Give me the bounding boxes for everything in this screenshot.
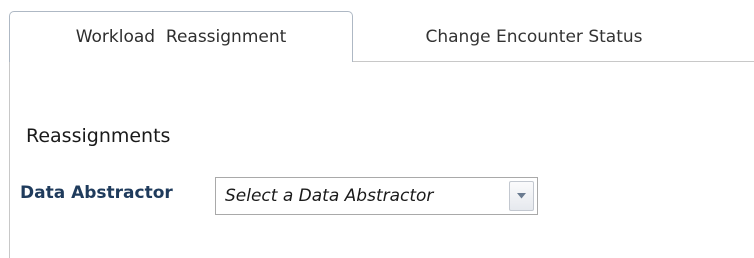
data-abstractor-select-value: Select a Data Abstractor bbox=[225, 186, 434, 206]
dropdown-button[interactable] bbox=[509, 181, 534, 211]
chevron-down-icon bbox=[517, 193, 526, 199]
tab-panel bbox=[9, 61, 754, 258]
tab-workload-reassignment-label: Workload Reassignment bbox=[75, 27, 287, 47]
data-abstractor-select[interactable]: Select a Data Abstractor bbox=[215, 177, 538, 215]
tab-workload-reassignment[interactable]: Workload Reassignment bbox=[9, 11, 353, 62]
tab-strip: Workload Reassignment Change Encounter S… bbox=[0, 0, 754, 62]
tab-change-encounter-status-label: Change Encounter Status bbox=[425, 26, 643, 47]
section-title: Reassignments bbox=[26, 125, 171, 147]
tab-change-encounter-status[interactable]: Change Encounter Status bbox=[353, 11, 715, 62]
data-abstractor-label: Data Abstractor bbox=[20, 183, 173, 203]
